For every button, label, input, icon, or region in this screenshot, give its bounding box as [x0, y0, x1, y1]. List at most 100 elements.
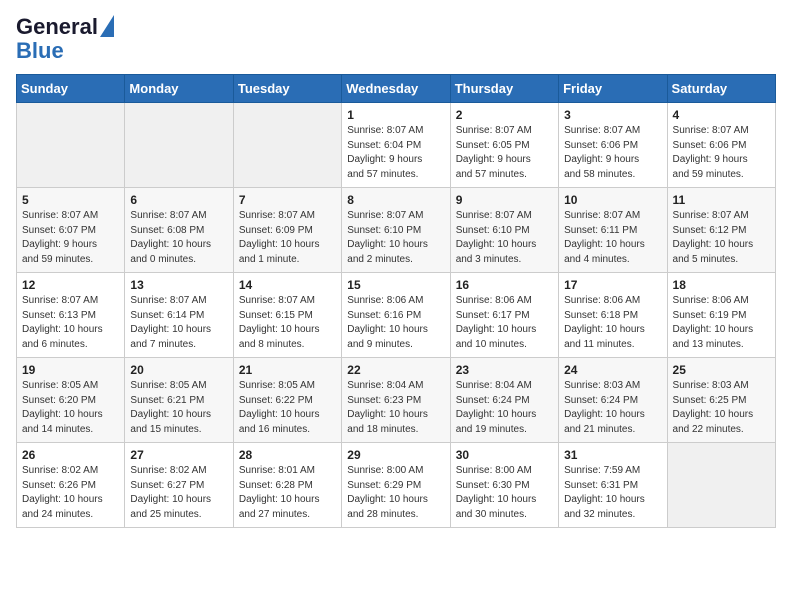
day-info: Sunrise: 8:05 AM Sunset: 6:21 PM Dayligh…	[130, 379, 227, 437]
calendar-cell: 10 Sunrise: 8:07 AM Sunset: 6:11 PM Dayli…	[559, 188, 667, 273]
calendar-cell: 18Sunrise: 8:06 AM Sunset: 6:19 PM Dayli…	[667, 273, 775, 358]
day-info: Sunrise: 8:07 AM Sunset: 6:10 PM Dayligh…	[347, 209, 444, 267]
day-info: Sunrise: 8:07 AM Sunset: 6:13 PM Dayligh…	[22, 294, 119, 352]
calendar-cell: 23Sunrise: 8:04 AM Sunset: 6:24 PM Dayli…	[450, 358, 558, 443]
day-number: 9	[456, 193, 553, 207]
logo-triangle-icon	[100, 15, 114, 37]
day-number: 14	[239, 278, 336, 292]
day-info: Sunrise: 8:04 AM Sunset: 6:23 PM Dayligh…	[347, 379, 444, 437]
header-friday: Friday	[559, 75, 667, 103]
calendar-table: Sunday Monday Tuesday Wednesday Thursday…	[16, 74, 776, 528]
calendar-cell: 30Sunrise: 8:00 AM Sunset: 6:30 PM Dayli…	[450, 443, 558, 528]
day-number: 20	[130, 363, 227, 377]
calendar-cell: 7 Sunrise: 8:07 AM Sunset: 6:09 PM Daylig…	[233, 188, 341, 273]
day-info: Sunrise: 8:07 AM Sunset: 6:11 PM Dayligh…	[564, 209, 661, 267]
logo-text: General Blue	[16, 16, 114, 62]
day-number: 6	[130, 193, 227, 207]
logo: General Blue	[16, 16, 114, 62]
day-info: Sunrise: 8:02 AM Sunset: 6:26 PM Dayligh…	[22, 464, 119, 522]
day-number: 1	[347, 108, 444, 122]
header-sunday: Sunday	[17, 75, 125, 103]
calendar-cell	[125, 103, 233, 188]
day-info: Sunrise: 8:02 AM Sunset: 6:27 PM Dayligh…	[130, 464, 227, 522]
day-number: 25	[673, 363, 770, 377]
calendar-week-5: 26 Sunrise: 8:02 AM Sunset: 6:26 PM Dayli…	[17, 443, 776, 528]
day-number: 7	[239, 193, 336, 207]
calendar-cell: 14 Sunrise: 8:07 AM Sunset: 6:15 PM Dayli…	[233, 273, 341, 358]
page-header: General Blue	[16, 16, 776, 62]
day-number: 27	[130, 448, 227, 462]
calendar-cell: 5 Sunrise: 8:07 AM Sunset: 6:07 PM Daylig…	[17, 188, 125, 273]
calendar-cell: 9 Sunrise: 8:07 AM Sunset: 6:10 PM Daylig…	[450, 188, 558, 273]
day-number: 2	[456, 108, 553, 122]
day-number: 24	[564, 363, 661, 377]
day-info: Sunrise: 8:07 AM Sunset: 6:10 PM Dayligh…	[456, 209, 553, 267]
day-info: Sunrise: 8:07 AM Sunset: 6:09 PM Dayligh…	[239, 209, 336, 267]
day-number: 16	[456, 278, 553, 292]
calendar-cell: 27 Sunrise: 8:02 AM Sunset: 6:27 PM Dayli…	[125, 443, 233, 528]
day-info: Sunrise: 7:59 AM Sunset: 6:31 PM Dayligh…	[564, 464, 661, 522]
day-number: 17	[564, 278, 661, 292]
calendar-cell: 4 Sunrise: 8:07 AM Sunset: 6:06 PM Daylig…	[667, 103, 775, 188]
calendar-cell: 19Sunrise: 8:05 AM Sunset: 6:20 PM Dayli…	[17, 358, 125, 443]
day-number: 8	[347, 193, 444, 207]
day-number: 10	[564, 193, 661, 207]
day-number: 4	[673, 108, 770, 122]
calendar-cell: 24 Sunrise: 8:03 AM Sunset: 6:24 PM Dayli…	[559, 358, 667, 443]
header-saturday: Saturday	[667, 75, 775, 103]
day-number: 12	[22, 278, 119, 292]
header-thursday: Thursday	[450, 75, 558, 103]
calendar-cell: 15 Sunrise: 8:06 AM Sunset: 6:16 PM Dayli…	[342, 273, 450, 358]
day-number: 22	[347, 363, 444, 377]
calendar-cell: 6Sunrise: 8:07 AM Sunset: 6:08 PM Daylig…	[125, 188, 233, 273]
calendar-week-4: 19Sunrise: 8:05 AM Sunset: 6:20 PM Dayli…	[17, 358, 776, 443]
calendar-cell: 1Sunrise: 8:07 AM Sunset: 6:04 PM Daylig…	[342, 103, 450, 188]
calendar-cell	[667, 443, 775, 528]
day-info: Sunrise: 8:06 AM Sunset: 6:18 PM Dayligh…	[564, 294, 661, 352]
day-info: Sunrise: 8:05 AM Sunset: 6:22 PM Dayligh…	[239, 379, 336, 437]
day-info: Sunrise: 8:07 AM Sunset: 6:14 PM Dayligh…	[130, 294, 227, 352]
calendar-week-2: 5 Sunrise: 8:07 AM Sunset: 6:07 PM Daylig…	[17, 188, 776, 273]
day-info: Sunrise: 8:01 AM Sunset: 6:28 PM Dayligh…	[239, 464, 336, 522]
calendar-cell: 29Sunrise: 8:00 AM Sunset: 6:29 PM Dayli…	[342, 443, 450, 528]
calendar-cell: 8 Sunrise: 8:07 AM Sunset: 6:10 PM Daylig…	[342, 188, 450, 273]
day-info: Sunrise: 8:07 AM Sunset: 6:07 PM Dayligh…	[22, 209, 119, 267]
day-info: Sunrise: 8:00 AM Sunset: 6:29 PM Dayligh…	[347, 464, 444, 522]
calendar-cell: 17 Sunrise: 8:06 AM Sunset: 6:18 PM Dayli…	[559, 273, 667, 358]
calendar-cell: 20 Sunrise: 8:05 AM Sunset: 6:21 PM Dayli…	[125, 358, 233, 443]
day-info: Sunrise: 8:03 AM Sunset: 6:24 PM Dayligh…	[564, 379, 661, 437]
day-info: Sunrise: 8:07 AM Sunset: 6:12 PM Dayligh…	[673, 209, 770, 267]
day-number: 15	[347, 278, 444, 292]
day-info: Sunrise: 8:07 AM Sunset: 6:06 PM Dayligh…	[564, 124, 661, 182]
day-info: Sunrise: 8:04 AM Sunset: 6:24 PM Dayligh…	[456, 379, 553, 437]
days-header-row: Sunday Monday Tuesday Wednesday Thursday…	[17, 75, 776, 103]
day-info: Sunrise: 8:07 AM Sunset: 6:06 PM Dayligh…	[673, 124, 770, 182]
header-monday: Monday	[125, 75, 233, 103]
day-number: 31	[564, 448, 661, 462]
day-number: 26	[22, 448, 119, 462]
calendar-cell: 28 Sunrise: 8:01 AM Sunset: 6:28 PM Dayli…	[233, 443, 341, 528]
calendar-cell: 2Sunrise: 8:07 AM Sunset: 6:05 PM Daylig…	[450, 103, 558, 188]
calendar-week-1: 1Sunrise: 8:07 AM Sunset: 6:04 PM Daylig…	[17, 103, 776, 188]
calendar-cell: 25Sunrise: 8:03 AM Sunset: 6:25 PM Dayli…	[667, 358, 775, 443]
day-info: Sunrise: 8:06 AM Sunset: 6:16 PM Dayligh…	[347, 294, 444, 352]
day-number: 28	[239, 448, 336, 462]
calendar-cell: 21 Sunrise: 8:05 AM Sunset: 6:22 PM Dayli…	[233, 358, 341, 443]
header-tuesday: Tuesday	[233, 75, 341, 103]
calendar-cell	[233, 103, 341, 188]
calendar-cell: 31 Sunrise: 7:59 AM Sunset: 6:31 PM Dayli…	[559, 443, 667, 528]
calendar-cell: 13Sunrise: 8:07 AM Sunset: 6:14 PM Dayli…	[125, 273, 233, 358]
calendar-cell: 16 Sunrise: 8:06 AM Sunset: 6:17 PM Dayli…	[450, 273, 558, 358]
logo-general: General	[16, 16, 98, 38]
day-number: 3	[564, 108, 661, 122]
day-number: 21	[239, 363, 336, 377]
day-number: 11	[673, 193, 770, 207]
day-info: Sunrise: 8:07 AM Sunset: 6:15 PM Dayligh…	[239, 294, 336, 352]
calendar-cell: 11 Sunrise: 8:07 AM Sunset: 6:12 PM Dayli…	[667, 188, 775, 273]
day-info: Sunrise: 8:06 AM Sunset: 6:17 PM Dayligh…	[456, 294, 553, 352]
calendar-cell: 12 Sunrise: 8:07 AM Sunset: 6:13 PM Dayli…	[17, 273, 125, 358]
calendar-header: Sunday Monday Tuesday Wednesday Thursday…	[17, 75, 776, 103]
day-number: 18	[673, 278, 770, 292]
logo-blue: Blue	[16, 40, 114, 62]
day-number: 5	[22, 193, 119, 207]
